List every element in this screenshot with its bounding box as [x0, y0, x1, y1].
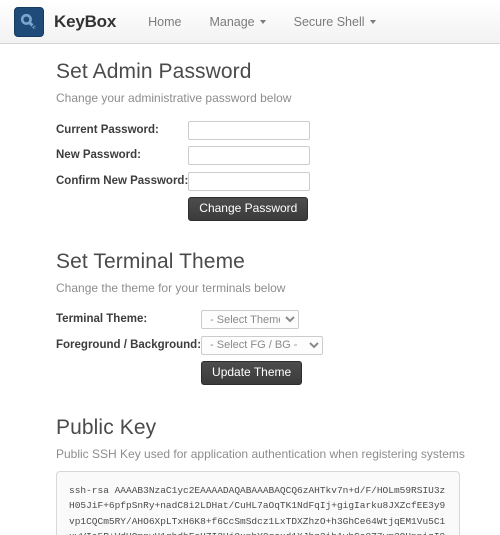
nav-item-home[interactable]: Home [134, 15, 195, 29]
brand-name[interactable]: KeyBox [54, 12, 116, 32]
form-row-confirm-password: Confirm New Password: [56, 168, 311, 194]
form-row-new-password: New Password: [56, 143, 311, 169]
nav-links: Home Manage Secure Shell [134, 15, 389, 29]
nav-item-label: Manage [209, 14, 255, 29]
key-icon [19, 12, 39, 32]
nav-item-secure-shell[interactable]: Secure Shell [280, 15, 390, 29]
page-content: Set Admin Password Change your administr… [0, 44, 500, 535]
terminal-theme-subtitle: Change the theme for your terminals belo… [56, 280, 286, 295]
admin-password-form: Current Password: New Password: Confirm … [56, 117, 311, 224]
confirm-password-label: Confirm New Password: [56, 174, 189, 187]
top-navbar: KeyBox Home Manage Secure Shell [0, 0, 500, 44]
form-row-update-theme: Update Theme [56, 358, 323, 388]
terminal-theme-select[interactable]: - Select Theme - [201, 310, 300, 330]
nav-item-label: Home [148, 14, 182, 29]
chevron-down-icon [369, 19, 376, 24]
form-row-terminal-theme: Terminal Theme: - Select Theme - [56, 307, 323, 333]
terminal-theme-label: Terminal Theme: [56, 313, 148, 326]
admin-password-section: Set Admin Password Change your administr… [0, 44, 500, 224]
confirm-password-input[interactable] [188, 171, 311, 191]
nav-item-label: Secure Shell [293, 14, 365, 29]
public-key-textbox[interactable]: ssh-rsa AAAAB3NzaC1yc2EAAAADAQABAAABAQCQ… [56, 470, 460, 535]
brand-logo[interactable] [14, 6, 44, 37]
new-password-input[interactable] [188, 146, 311, 165]
chevron-down-icon [259, 19, 266, 24]
form-row-current-password: Current Password: [56, 117, 311, 143]
new-password-label: New Password: [56, 149, 141, 162]
admin-password-title: Set Admin Password [56, 60, 252, 83]
fg-bg-select[interactable]: - Select FG / BG - [201, 335, 324, 355]
terminal-theme-form: Terminal Theme: - Select Theme - Foregro… [56, 307, 324, 388]
current-password-input[interactable] [188, 120, 311, 140]
current-password-label: Current Password: [56, 123, 159, 136]
form-row-submit: Change Password [56, 194, 310, 224]
terminal-theme-title: Set Terminal Theme [56, 249, 245, 273]
update-theme-button[interactable]: Update Theme [201, 360, 303, 385]
terminal-theme-section: Set Terminal Theme Change the theme for … [0, 250, 500, 388]
public-key-section: Public Key Public SSH Key used for appli… [0, 416, 500, 535]
form-row-fg-bg: Foreground / Background: - Select FG / B… [56, 332, 324, 358]
public-key-title: Public Key [56, 415, 157, 439]
admin-password-subtitle: Change your administrative password belo… [56, 91, 292, 105]
public-key-subtitle: Public SSH Key used for application auth… [56, 446, 465, 461]
nav-item-manage[interactable]: Manage [195, 15, 279, 29]
change-password-button[interactable]: Change Password [188, 196, 309, 221]
fg-bg-label: Foreground / Background: [56, 338, 202, 351]
